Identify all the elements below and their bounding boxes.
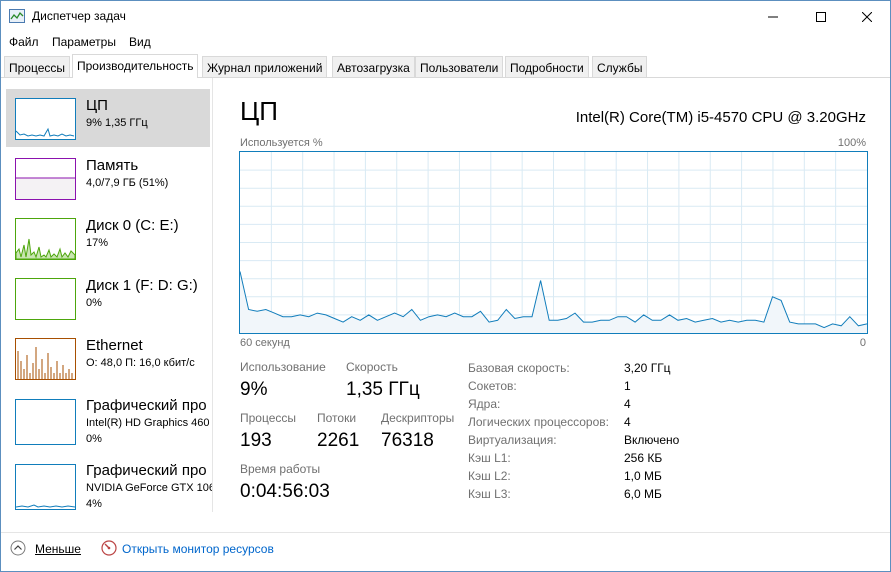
tab-app-history[interactable]: Журнал приложений: [202, 56, 328, 77]
chevron-up-icon[interactable]: [10, 540, 26, 556]
prop-value-logical-processors: 4: [624, 415, 631, 429]
cpu-model-name: Intel(R) Core(TM) i5-4570 CPU @ 3.20GHz: [575, 109, 866, 126]
tab-services[interactable]: Службы: [592, 56, 648, 77]
tab-processes[interactable]: Процессы: [4, 56, 71, 77]
resource-item-disk1[interactable]: Диск 1 (F: D: G:) 0%: [6, 269, 210, 327]
resource-detail: О: 48,0 П: 16,0 кбит/с: [86, 357, 195, 369]
menu-parameters[interactable]: Параметры: [52, 35, 116, 49]
cpu-thumbnail-graph: [16, 127, 75, 137]
resource-detail-2: 0%: [86, 433, 102, 445]
speed-label: Скорость: [346, 360, 398, 374]
speed-value: 1,35 ГГц: [346, 379, 420, 400]
resource-name: Графический про: [86, 462, 207, 479]
resource-detail: Intel(R) HD Graphics 460: [86, 417, 210, 429]
page-title: ЦП: [240, 96, 278, 126]
prop-label-l3-cache: Кэш L3:: [468, 487, 511, 501]
resource-name: Ethernet: [86, 337, 143, 354]
prop-value-l2-cache: 1,0 МБ: [624, 469, 662, 483]
processes-label: Процессы: [240, 411, 297, 425]
tab-startup[interactable]: Автозагрузка: [332, 56, 415, 77]
tab-performance[interactable]: Производительность: [72, 54, 199, 78]
prop-label-logical-processors: Логических процессоров:: [468, 415, 609, 429]
resource-name: Графический про: [86, 397, 207, 414]
prop-label-cores: Ядра:: [468, 397, 501, 411]
gpu1-thumbnail-graph: [16, 504, 75, 508]
processes-value: 193: [240, 430, 272, 451]
title-bar: Диспетчер задач: [1, 1, 890, 32]
maximize-button[interactable]: [798, 1, 844, 32]
prop-label-l1-cache: Кэш L1:: [468, 451, 511, 465]
resource-monitor-icon[interactable]: [101, 540, 117, 556]
resource-detail-2: 4%: [86, 498, 102, 510]
resource-list: ЦП 9% 1,35 ГГц Память 4,0/7,9 ГБ (51%) Д…: [1, 78, 213, 512]
graph-label-usage: Используется %: [240, 137, 323, 149]
tab-bar: Процессы Производительность Журнал прило…: [1, 54, 890, 78]
resource-name: Память: [86, 157, 139, 174]
close-button[interactable]: [844, 1, 890, 32]
graph-label-max: 100%: [837, 137, 866, 149]
resource-detail: 17%: [86, 237, 109, 249]
uptime-value: 0:04:56:03: [240, 481, 330, 502]
open-resource-monitor-link[interactable]: Открыть монитор ресурсов: [122, 542, 274, 556]
minimize-icon: [768, 16, 778, 17]
task-manager-window: Диспетчер задач Файл Параметры Вид Проце…: [0, 0, 891, 572]
fewer-details-button[interactable]: Меньше: [35, 542, 81, 556]
resource-detail: 9% 1,35 ГГц: [86, 117, 148, 129]
memory-thumbnail: [15, 158, 76, 200]
gpu1-thumbnail: [15, 464, 76, 510]
resource-item-ethernet[interactable]: Ethernet О: 48,0 П: 16,0 кбит/с: [6, 329, 210, 387]
resource-name: Диск 1 (F: D: G:): [86, 277, 198, 294]
prop-label-base-speed: Базовая скорость:: [468, 361, 570, 375]
minimize-button[interactable]: [750, 1, 796, 32]
close-icon: [862, 11, 872, 22]
prop-label-sockets: Сокетов:: [468, 379, 517, 393]
memory-thumbnail-graph: [16, 177, 75, 199]
cpu-usage-graph-svg: [239, 152, 868, 333]
menu-view[interactable]: Вид: [129, 35, 151, 49]
tab-details[interactable]: Подробности: [505, 56, 589, 77]
usage-value: 9%: [240, 379, 268, 400]
prop-value-cores: 4: [624, 397, 631, 411]
graph-label-min: 0: [859, 337, 866, 349]
resource-name: Диск 0 (C: E:): [86, 217, 179, 234]
footer-bar: Меньше Открыть монитор ресурсов: [1, 532, 890, 571]
resource-item-gpu0[interactable]: Графический про Intel(R) HD Graphics 460…: [6, 389, 210, 455]
threads-label: Потоки: [317, 411, 357, 425]
prop-value-virtualization: Включено: [624, 433, 680, 447]
ethernet-thumbnail-graph: [17, 347, 73, 379]
resource-item-gpu1[interactable]: Графический про NVIDIA GeForce GTX 106 4…: [6, 454, 213, 512]
prop-value-l1-cache: 256 КБ: [624, 451, 663, 465]
prop-value-l3-cache: 6,0 МБ: [624, 487, 662, 501]
menu-file[interactable]: Файл: [9, 35, 39, 49]
handles-value: 76318: [381, 430, 434, 451]
cpu-thumbnail: [15, 98, 76, 140]
cpu-usage-graph: [239, 151, 868, 334]
menu-bar: Файл Параметры Вид: [1, 32, 890, 52]
uptime-label: Время работы: [240, 462, 321, 476]
disk1-thumbnail: [15, 278, 76, 320]
resource-item-disk0[interactable]: Диск 0 (C: E:) 17%: [6, 209, 210, 267]
task-manager-app-icon: [9, 9, 25, 23]
threads-value: 2261: [317, 430, 360, 451]
disk0-thumbnail-graph: [16, 238, 75, 259]
resource-item-cpu[interactable]: ЦП 9% 1,35 ГГц: [6, 89, 210, 147]
gpu0-thumbnail: [15, 399, 76, 445]
ethernet-thumbnail: [15, 338, 76, 380]
maximize-icon: [816, 11, 826, 22]
handles-label: Дескрипторы: [381, 411, 455, 425]
resource-item-memory[interactable]: Память 4,0/7,9 ГБ (51%): [6, 149, 210, 207]
prop-value-sockets: 1: [624, 379, 631, 393]
resource-detail: 4,0/7,9 ГБ (51%): [86, 177, 169, 189]
prop-label-virtualization: Виртуализация:: [468, 433, 557, 447]
resource-detail: 0%: [86, 297, 102, 309]
prop-label-l2-cache: Кэш L2:: [468, 469, 511, 483]
resource-name: ЦП: [86, 97, 108, 114]
window-title: Диспетчер задач: [32, 9, 126, 23]
resource-detail: NVIDIA GeForce GTX 106: [86, 482, 213, 494]
disk0-thumbnail: [15, 218, 76, 260]
graph-label-time: 60 секунд: [240, 337, 290, 349]
tab-users[interactable]: Пользователи: [415, 56, 504, 77]
prop-value-base-speed: 3,20 ГГц: [624, 361, 671, 375]
usage-label: Использование: [240, 360, 326, 374]
